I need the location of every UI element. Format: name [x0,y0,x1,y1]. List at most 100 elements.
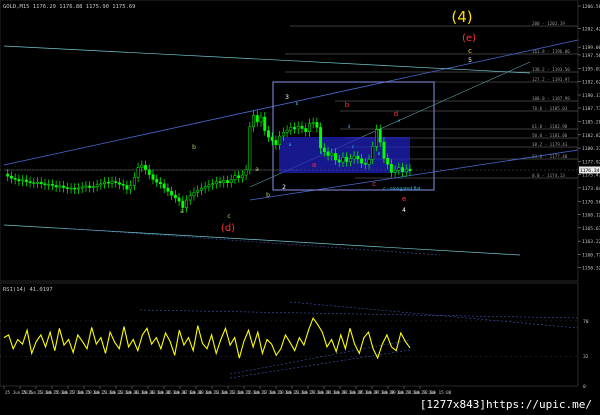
candle-body [118,182,121,185]
candle-body [88,185,92,188]
price-tick-label: 1170.56 [582,199,600,205]
candle-body [140,165,144,168]
candle-body [147,169,151,175]
price-tick-label: 1190.17 [582,93,600,99]
price-tick-label: 1173.04 [582,186,600,192]
candle-body [158,181,162,185]
fib-label: 138.2 - 1193.50 [532,67,570,72]
candle-body [36,181,39,184]
candle-body [106,181,110,184]
wave-label: b [378,151,381,156]
candle-body [248,126,252,170]
candle-body [348,158,352,162]
candle-body [278,135,282,145]
candle-body [307,123,311,132]
candle-body [214,181,218,185]
candle-body [356,155,360,160]
candle-body [132,177,136,186]
candle-body [99,183,103,186]
candle-body [73,187,77,190]
current-price-label: 1176.34 [580,168,600,174]
trading-chart[interactable]: GOLD,M15 1176.29 1176.88 1175.90 1175.69… [0,0,600,415]
price-tick-label: 1197.56 [582,53,600,59]
candle-body [166,187,170,192]
candle-body [274,140,278,145]
candle-body [382,141,386,159]
rsi-panel[interactable]: RSI(14) 41.0197 70 32 0 [0,282,589,390]
candle-body [293,127,296,130]
wave-label: 4 [402,207,406,214]
candle-body [129,185,133,190]
candle-body [281,131,285,137]
price-tick-label: 1180.37 [582,146,600,152]
price-tick-label: 1206.58 [582,4,600,10]
candle-body [125,185,129,190]
candle-body [121,184,125,186]
price-tick-label: 1182.82 [582,133,600,139]
fib-label: 127.2 - 1191.97 [532,77,570,82]
candle-body [337,159,341,163]
rsi-axis: 70 32 0 [583,319,589,390]
fib-label: 78.6 - 1185.03 [532,106,568,111]
wave-label: c [372,180,376,188]
price-panel[interactable]: GOLD,M15 1176.29 1176.88 1175.90 1175.69… [0,0,600,282]
candle-body [6,173,10,177]
rsi-tick-label: 70 [583,319,589,325]
fib-label: 0.0 - 1174.13 [532,173,565,178]
wave-label: b [345,101,350,109]
candle-body [226,180,229,183]
wave-label: 5 [468,57,472,64]
candle-body [188,195,192,201]
wave-label: c [352,144,354,149]
wave-label: d [348,124,351,129]
candle-body [136,167,140,178]
price-tick-label: 1165.67 [582,226,600,232]
rsi-header: RSI(14) 41.0197 [3,287,53,293]
candle-body [173,194,177,199]
candle-body [270,136,274,141]
candle-body [181,200,185,208]
candle-body [386,158,390,165]
candle-body [352,155,356,160]
candle-body [203,186,207,189]
candle-body [17,179,21,182]
price-tick-label: 1195.07 [582,66,600,72]
candle-body [315,122,319,128]
candle-body [360,158,364,164]
candle-body [84,185,88,188]
price-tick-label: 1158.32 [582,266,600,272]
candle-body [13,178,17,180]
candle-body [255,115,259,123]
candle-body [155,179,159,183]
candle-body [211,183,215,186]
wave-label: a [255,166,259,173]
time-tick-label: 29 Jun 15:00 [421,390,452,395]
price-tick-label: 1199.00 [582,45,600,51]
candle-body [32,182,36,184]
fib-label: 61.8 - 1182.98 [532,124,568,129]
candle-body [233,175,237,180]
candle-body [389,163,393,173]
candle-body [110,181,114,184]
watermark: [1277x843]https://upic.me/ [415,397,596,413]
fib-label: 161.8 - 1196.80 [532,49,570,54]
fib-label: 100.0 - 1187.99 [532,96,570,101]
wave-label: 2 [282,184,286,191]
candle-body [54,185,58,188]
wave-label: c - elongated flat [383,186,421,192]
candle-body [192,192,196,196]
fib-label: 50.0 - 1181.06 [532,133,568,138]
candle-body [334,153,337,161]
wave-label: c [468,47,472,55]
candle-body [24,179,28,182]
candle-body [222,180,226,183]
candle-body [65,187,69,189]
candle-body [43,183,47,186]
wave-label: (d) [221,223,235,234]
candle-body [229,179,233,183]
candle-body [330,153,334,156]
wave-label: 3 [285,94,289,101]
candle-body [151,174,155,180]
candle-body [363,162,367,165]
candle-body [91,186,95,188]
